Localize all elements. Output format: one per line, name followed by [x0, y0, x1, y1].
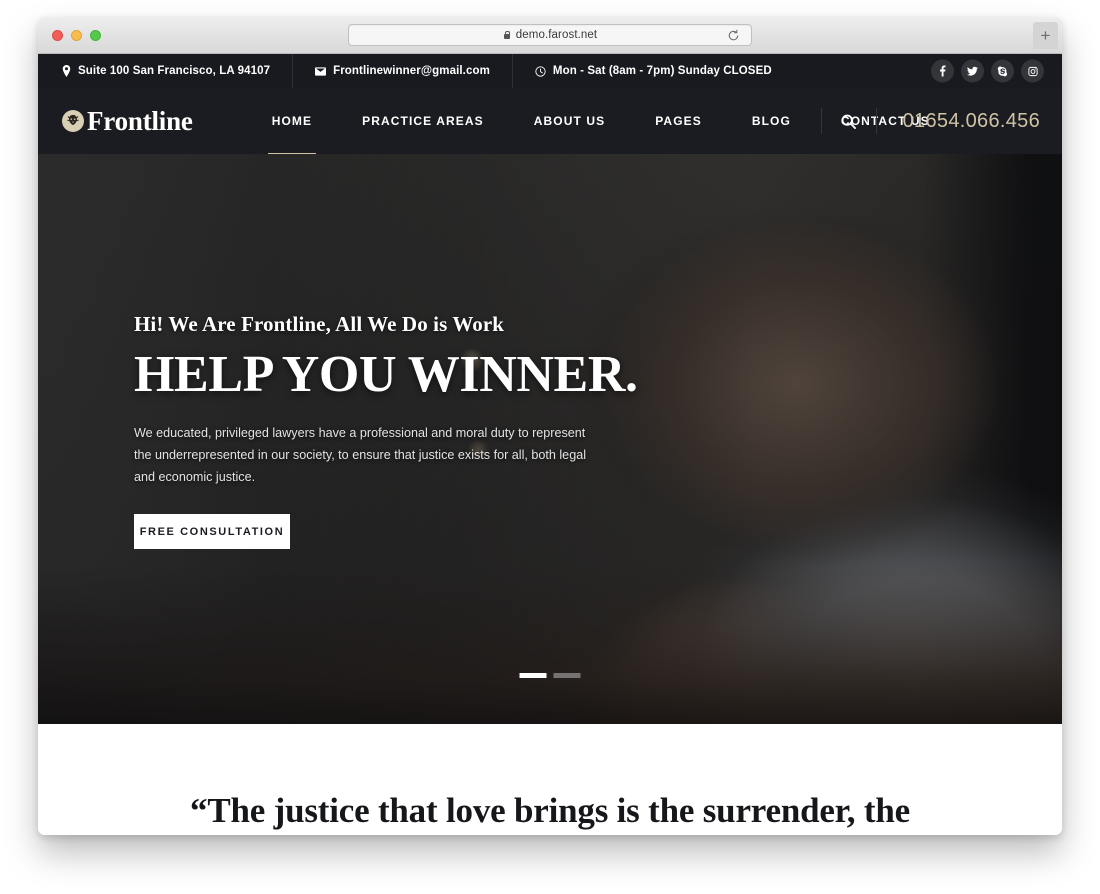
slider-dot-2[interactable] — [553, 673, 581, 678]
hero-description: We educated, privileged lawyers have a p… — [134, 426, 586, 484]
topbar-email-text: Frontlinewinner@gmail.com — [333, 65, 490, 77]
site-navbar: Frontline HOME PRACTICE AREAS ABOUT US P… — [38, 88, 1062, 154]
nav-right-group: 01654.066.456 — [820, 88, 1042, 154]
reload-icon[interactable] — [727, 29, 740, 42]
hero-slider: Hi! We Are Frontline, All We Do is Work … — [38, 154, 1062, 724]
address-bar[interactable]: demo.farost.net — [348, 24, 752, 46]
topbar-info-list: Suite 100 San Francisco, LA 94107 Frontl… — [58, 54, 794, 88]
topbar-address-text: Suite 100 San Francisco, LA 94107 — [78, 65, 271, 77]
lion-emblem-icon — [62, 110, 84, 132]
lock-icon — [503, 30, 511, 40]
quote-section: “The justice that love brings is the sur… — [38, 724, 1062, 835]
site-topbar: Suite 100 San Francisco, LA 94107 Frontl… — [38, 54, 1062, 88]
topbar-hours-text: Mon - Sat (8am - 7pm) Sunday CLOSED — [552, 65, 772, 77]
slider-pagination — [519, 673, 581, 678]
nav-item-pages[interactable]: PAGES — [630, 88, 727, 154]
twitter-icon[interactable] — [961, 59, 984, 83]
brand-name: Frontline — [87, 105, 193, 136]
nav-item-about-us[interactable]: ABOUT US — [509, 88, 630, 154]
hero-eyebrow: Hi! We Are Frontline, All We Do is Work — [134, 312, 505, 336]
clock-icon — [535, 65, 546, 77]
topbar-address: Suite 100 San Francisco, LA 94107 — [58, 54, 294, 88]
quote-text: “The justice that love brings is the sur… — [190, 791, 910, 831]
skype-icon[interactable] — [991, 59, 1014, 83]
instagram-icon[interactable] — [1021, 59, 1044, 83]
map-pin-icon — [62, 65, 71, 77]
browser-window: demo.farost.net + Suite 100 San Francisc… — [38, 17, 1062, 835]
slider-dot-1[interactable] — [519, 673, 547, 678]
url-text: demo.farost.net — [515, 29, 598, 41]
free-consultation-button[interactable]: FREE CONSULTATION — [134, 514, 290, 550]
browser-titlebar: demo.farost.net + — [38, 17, 1062, 54]
facebook-icon[interactable] — [931, 59, 954, 83]
site-logo[interactable]: Frontline — [58, 106, 193, 137]
nav-phone-number[interactable]: 01654.066.456 — [877, 110, 1042, 133]
maximize-window-button[interactable] — [90, 30, 101, 41]
nav-item-blog[interactable]: BLOG — [727, 88, 816, 154]
envelope-icon — [315, 66, 327, 76]
hero-content: Hi! We Are Frontline, All We Do is Work … — [134, 312, 654, 550]
search-icon[interactable] — [822, 88, 876, 154]
nav-item-practice-areas[interactable]: PRACTICE AREAS — [337, 88, 509, 154]
page-viewport: Suite 100 San Francisco, LA 94107 Frontl… — [38, 54, 1062, 835]
topbar-email: Frontlinewinner@gmail.com — [293, 54, 513, 88]
minimize-window-button[interactable] — [71, 30, 82, 41]
social-links — [931, 59, 1044, 83]
nav-item-home[interactable]: HOME — [247, 88, 337, 154]
hero-title: HELP YOU WINNER. — [134, 346, 638, 403]
topbar-hours: Mon - Sat (8am - 7pm) Sunday CLOSED — [513, 54, 794, 88]
new-tab-button[interactable]: + — [1033, 22, 1058, 49]
close-window-button[interactable] — [52, 30, 63, 41]
window-controls[interactable] — [52, 30, 101, 41]
